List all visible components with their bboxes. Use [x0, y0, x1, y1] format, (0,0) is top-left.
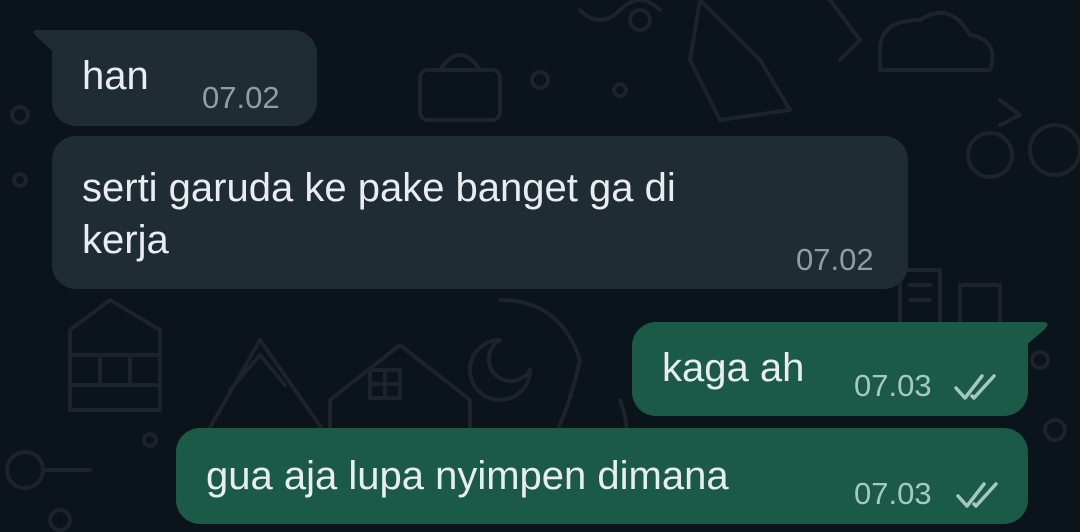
- message-text: kaga ah: [662, 346, 805, 390]
- message-bubble-outgoing[interactable]: kaga ah 07.03: [632, 322, 1028, 416]
- message-text-line-1: serti garuda ke pake banget ga di: [82, 166, 676, 210]
- double-check-read-icon: [956, 482, 998, 508]
- message-bubble-incoming[interactable]: serti garuda ke pake banget ga di kerja …: [52, 136, 908, 289]
- message-time: 07.02: [202, 80, 280, 115]
- message-time: 07.03: [854, 368, 932, 403]
- double-check-read-icon: [954, 374, 996, 400]
- message-time: 07.03: [854, 476, 932, 511]
- message-bubble-incoming[interactable]: han 07.02: [52, 30, 317, 126]
- chat-area[interactable]: han 07.02 serti garuda ke pake banget ga…: [0, 0, 1080, 532]
- message-text-line-2: kerja: [82, 218, 169, 262]
- message-text: gua aja lupa nyimpen dimana: [206, 454, 729, 498]
- message-bubble-outgoing[interactable]: gua aja lupa nyimpen dimana 07.03: [176, 428, 1028, 524]
- message-time: 07.02: [796, 242, 874, 277]
- message-text: han: [82, 54, 149, 98]
